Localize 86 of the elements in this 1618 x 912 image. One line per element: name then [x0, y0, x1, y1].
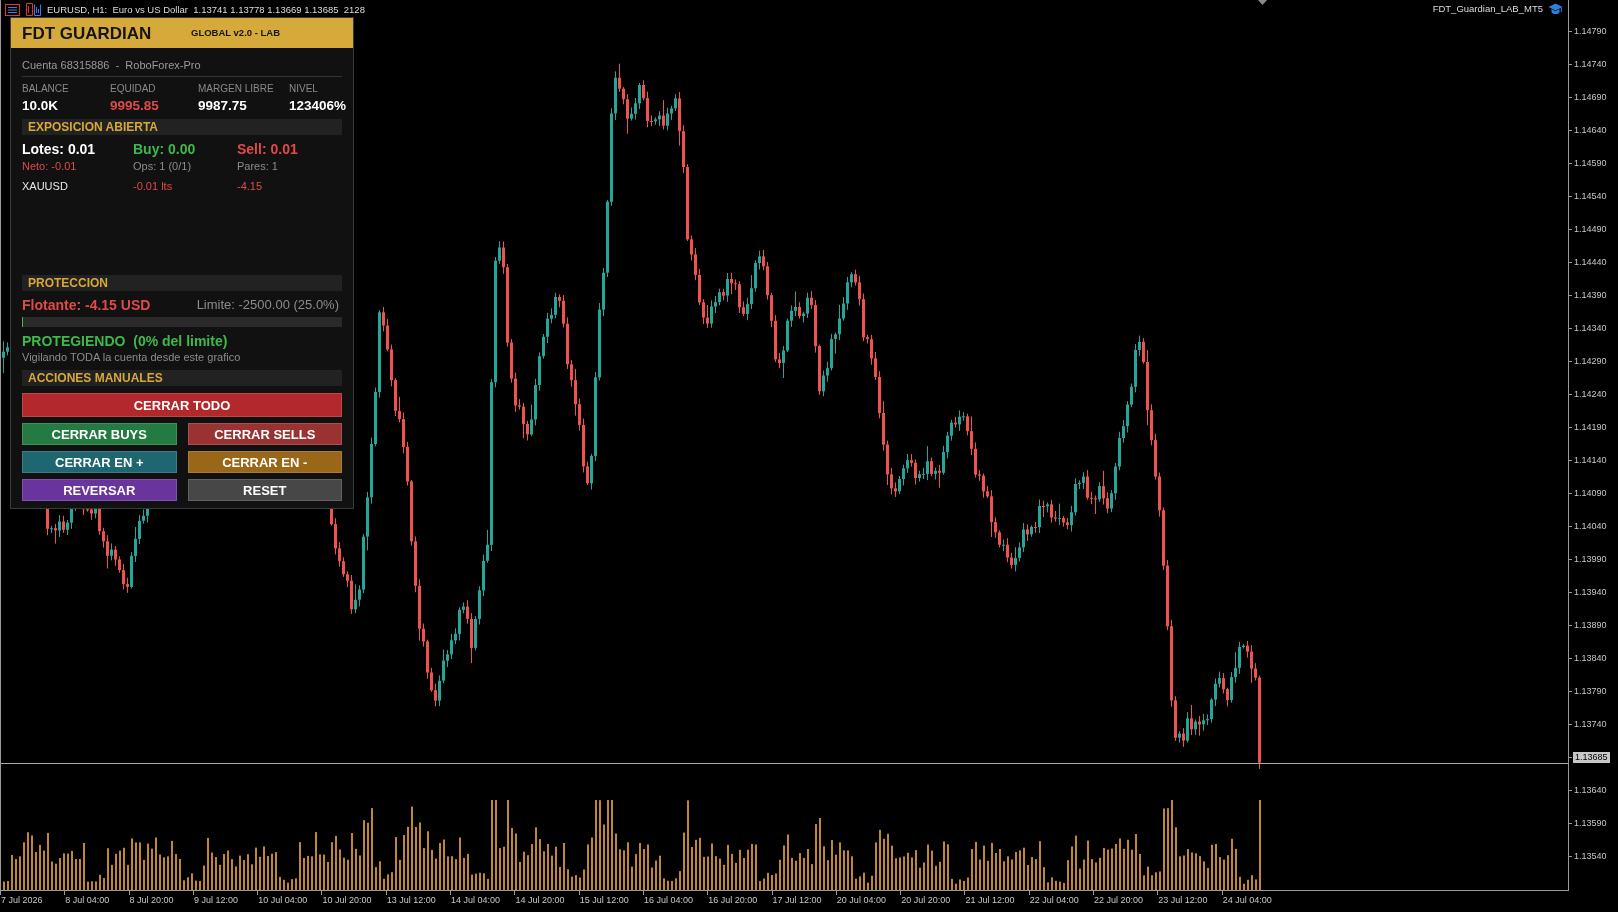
time-label: 7 Jul 2026	[1, 895, 43, 906]
price-label: 1.14440	[1574, 257, 1607, 268]
panel-subtitle: GLOBAL v2.0 - LAB	[191, 28, 281, 38]
stat-label: MARGEN LIBRE	[198, 83, 275, 95]
time-label: 8 Jul 20:00	[129, 895, 174, 906]
time-label: 14 Jul 04:00	[451, 895, 501, 906]
stat-label: NIVEL	[289, 83, 319, 95]
time-label: 20 Jul 20:00	[901, 895, 951, 906]
price-label: 1.14190	[1574, 422, 1607, 433]
price-label: 1.14540	[1574, 191, 1607, 202]
exposure-total: Buy: 0.00	[133, 141, 197, 157]
time-label: 22 Jul 04:00	[1029, 895, 1079, 906]
price-label: 1.14790	[1574, 26, 1607, 37]
time-label: 8 Jul 04:00	[65, 895, 110, 906]
action-button[interactable]: REVERSAR	[22, 479, 177, 501]
stat-label: EQUIDAD	[110, 83, 157, 95]
time-label: 13 Jul 12:00	[386, 895, 436, 906]
expert-name: FDT_Guardian_LAB_MT5	[1432, 3, 1543, 15]
position-symbol: XAUUSD	[22, 179, 69, 193]
list-icon[interactable]	[5, 3, 20, 16]
price-label: 1.14390	[1574, 290, 1607, 301]
position-profit: -4.15	[237, 179, 264, 193]
price-label: 1.13990	[1574, 554, 1607, 565]
account-info: Cuenta 68315886 - RoboForex-Pro	[22, 58, 202, 72]
time-label: 23 Jul 12:00	[1158, 895, 1208, 906]
current-price-label: 1.13685	[1573, 752, 1610, 763]
price-label: 1.14590	[1574, 158, 1607, 169]
action-button[interactable]: CERRAR EN +	[22, 451, 177, 473]
price-label: 1.13540	[1574, 851, 1607, 862]
exposure-detail: Neto: -0.01	[22, 160, 78, 173]
price-label: 1.14090	[1574, 488, 1607, 499]
price-label: 1.14140	[1574, 455, 1607, 466]
exposure-detail: Pares: 1	[237, 160, 279, 173]
window-icon[interactable]	[26, 3, 41, 16]
price-label: 1.13590	[1574, 818, 1607, 829]
panel-title: FDT GUARDIAN	[22, 24, 153, 42]
time-label: 14 Jul 20:00	[515, 895, 565, 906]
time-label: 16 Jul 04:00	[643, 895, 693, 906]
price-label: 1.13940	[1574, 587, 1607, 598]
action-button[interactable]: CERRAR TODO	[22, 393, 342, 417]
time-label: 10 Jul 20:00	[322, 895, 372, 906]
chart-symbol-info: EURUSD, H1: Euro vs US Dollar 1.13741 1.13778 1.13669 1.13685 2128	[47, 3, 365, 16]
price-label: 1.14240	[1574, 389, 1607, 400]
loss-limit: Limite: -2500.00 (25.0%)	[196, 297, 339, 313]
time-label: 21 Jul 12:00	[965, 895, 1015, 906]
stat-value: 9995.85	[110, 98, 160, 114]
position-lots: -0.01 lts	[133, 179, 174, 193]
action-button[interactable]: CERRAR SELLS	[187, 423, 342, 445]
time-label: 9 Jul 12:00	[193, 895, 238, 906]
time-label: 17 Jul 12:00	[772, 895, 822, 906]
protection-status: PROTEGIENDO (0% del limite)	[22, 333, 229, 350]
stat-label: BALANCE	[22, 83, 70, 95]
section-title: PROTECCION	[28, 277, 108, 289]
price-label: 1.14690	[1574, 92, 1607, 103]
exposure-total: Sell: 0.01	[237, 141, 299, 157]
price-label: 1.14040	[1574, 521, 1607, 532]
time-label: 15 Jul 12:00	[579, 895, 629, 906]
time-label: 16 Jul 20:00	[708, 895, 758, 906]
price-label: 1.14740	[1574, 59, 1607, 70]
price-label: 1.13840	[1574, 653, 1607, 664]
price-label: 1.13890	[1574, 620, 1607, 631]
section-title: EXPOSICION ABIERTA	[28, 121, 158, 133]
stat-value: 9987.75	[198, 98, 248, 114]
stat-value: 10.0K	[22, 98, 60, 114]
graduation-cap-icon[interactable]	[1548, 3, 1563, 15]
price-label: 1.14640	[1574, 125, 1607, 136]
price-label: 1.14490	[1574, 224, 1607, 235]
price-label: 1.14340	[1574, 323, 1607, 334]
protection-note: Vigilando TODA la cuenta desde este grafico	[22, 351, 242, 364]
time-label: 24 Jul 04:00	[1222, 895, 1272, 906]
triangle-marker-icon	[1258, 0, 1267, 5]
action-button[interactable]: CERRAR EN -	[187, 451, 342, 473]
price-label: 1.13640	[1574, 785, 1607, 796]
exposure-detail: Ops: 1 (0/1)	[133, 160, 193, 173]
section-title: ACCIONES MANUALES	[28, 372, 163, 384]
floating-loss: Flotante: -4.15 USD	[22, 297, 151, 313]
price-label: 1.13740	[1574, 719, 1607, 730]
action-button[interactable]: RESET	[187, 479, 342, 501]
time-label: 20 Jul 04:00	[836, 895, 886, 906]
price-label: 1.13790	[1574, 686, 1607, 697]
time-label: 10 Jul 04:00	[258, 895, 308, 906]
action-button[interactable]: CERRAR BUYS	[22, 423, 177, 445]
stat-value: 123406%	[289, 98, 347, 114]
exposure-total: Lotes: 0.01	[22, 141, 97, 157]
time-label: 22 Jul 20:00	[1094, 895, 1144, 906]
price-label: 1.14290	[1574, 356, 1607, 367]
